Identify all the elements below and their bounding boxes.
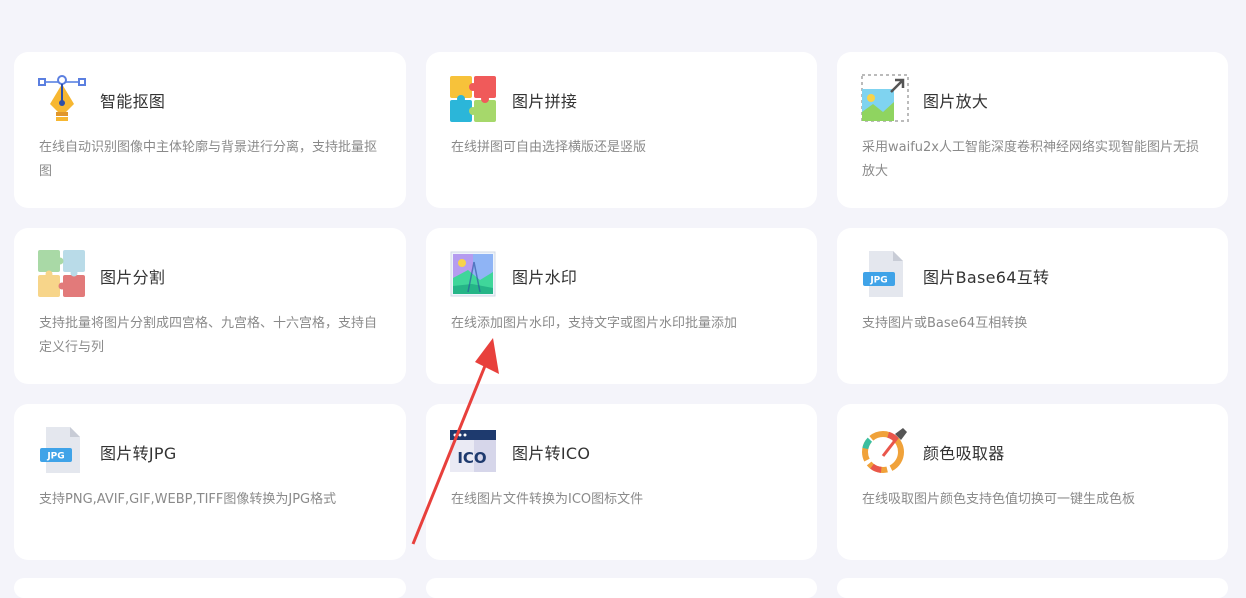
jpg-label: JPG — [869, 276, 887, 286]
next-row-partial — [14, 578, 1228, 598]
tool-description: 在线图片文件转换为ICO图标文件 — [451, 492, 644, 507]
tool-title: 图片Base64互转 — [923, 268, 1050, 287]
image-enlarge-icon — [861, 74, 909, 122]
tool-description: 支持批量将图片分割成四宫格、九宫格、十六宫格，支持自定义行与列 — [39, 316, 378, 355]
tool-description: 在线吸取图片颜色支持色值切换可一键生成色板 — [862, 492, 1136, 507]
tool-title: 图片水印 — [512, 268, 578, 287]
tool-title: 图片拼接 — [512, 92, 578, 111]
tool-title: 颜色吸取器 — [923, 444, 1005, 463]
color-picker-icon — [861, 426, 909, 474]
tool-card-to-ico[interactable]: ICO 图片转ICO 在线图片文件转换为ICO图标文件 — [426, 404, 817, 560]
tool-card-image-split[interactable]: 图片分割 支持批量将图片分割成四宫格、九宫格、十六宫格，支持自定义行与列 — [14, 228, 406, 384]
tool-card-base64[interactable]: JPG 图片Base64互转 支持图片或Base64互相转换 — [837, 228, 1228, 384]
tool-card-to-jpg[interactable]: JPG 图片转JPG 支持PNG,AVIF,GIF,WEBP,TIFF图像转换为… — [14, 404, 406, 560]
tool-description: 支持PNG,AVIF,GIF,WEBP,TIFF图像转换为JPG格式 — [39, 492, 337, 507]
jpg-file-icon: JPG — [861, 250, 909, 298]
jpg-label: JPG — [46, 452, 64, 462]
tool-title: 图片分割 — [100, 268, 166, 287]
tool-title: 图片转JPG — [100, 444, 177, 463]
pen-tool-icon — [38, 74, 86, 122]
tool-card-image-watermark[interactable]: 图片水印 在线添加图片水印，支持文字或图片水印批量添加 — [426, 228, 817, 384]
tool-description: 采用waifu2x人工智能深度卷积神经网络实现智能图片无损放大 — [862, 140, 1199, 179]
tool-grid: 智能抠图 在线自动识别图像中主体轮廓与背景进行分离，支持批量抠图 图片拼接 在线… — [14, 52, 1228, 560]
tool-description: 在线拼图可自由选择横版还是竖版 — [451, 140, 647, 155]
puzzle-split-icon — [38, 250, 86, 298]
ico-label: ICO — [457, 449, 486, 467]
tool-card-image-stitch[interactable]: 图片拼接 在线拼图可自由选择横版还是竖版 — [426, 52, 817, 208]
puzzle-icon — [450, 74, 498, 122]
tool-card-partial[interactable] — [426, 578, 817, 598]
tool-card-partial[interactable] — [837, 578, 1228, 598]
jpg-file-icon: JPG — [38, 426, 86, 474]
tool-card-smart-cutout[interactable]: 智能抠图 在线自动识别图像中主体轮廓与背景进行分离，支持批量抠图 — [14, 52, 406, 208]
tool-card-color-picker[interactable]: 颜色吸取器 在线吸取图片颜色支持色值切换可一键生成色板 — [837, 404, 1228, 560]
ico-file-icon: ICO — [450, 426, 498, 474]
tool-title: 图片转ICO — [512, 444, 591, 463]
tool-description: 在线添加图片水印，支持文字或图片水印批量添加 — [451, 316, 738, 331]
tool-description: 支持图片或Base64互相转换 — [862, 316, 1028, 331]
tool-card-image-enlarge[interactable]: 图片放大 采用waifu2x人工智能深度卷积神经网络实现智能图片无损放大 — [837, 52, 1228, 208]
tool-description: 在线自动识别图像中主体轮廓与背景进行分离，支持批量抠图 — [39, 140, 378, 179]
tool-card-partial[interactable] — [14, 578, 406, 598]
tool-title: 智能抠图 — [100, 92, 166, 111]
watermark-image-icon — [450, 250, 498, 298]
tool-title: 图片放大 — [923, 92, 989, 111]
